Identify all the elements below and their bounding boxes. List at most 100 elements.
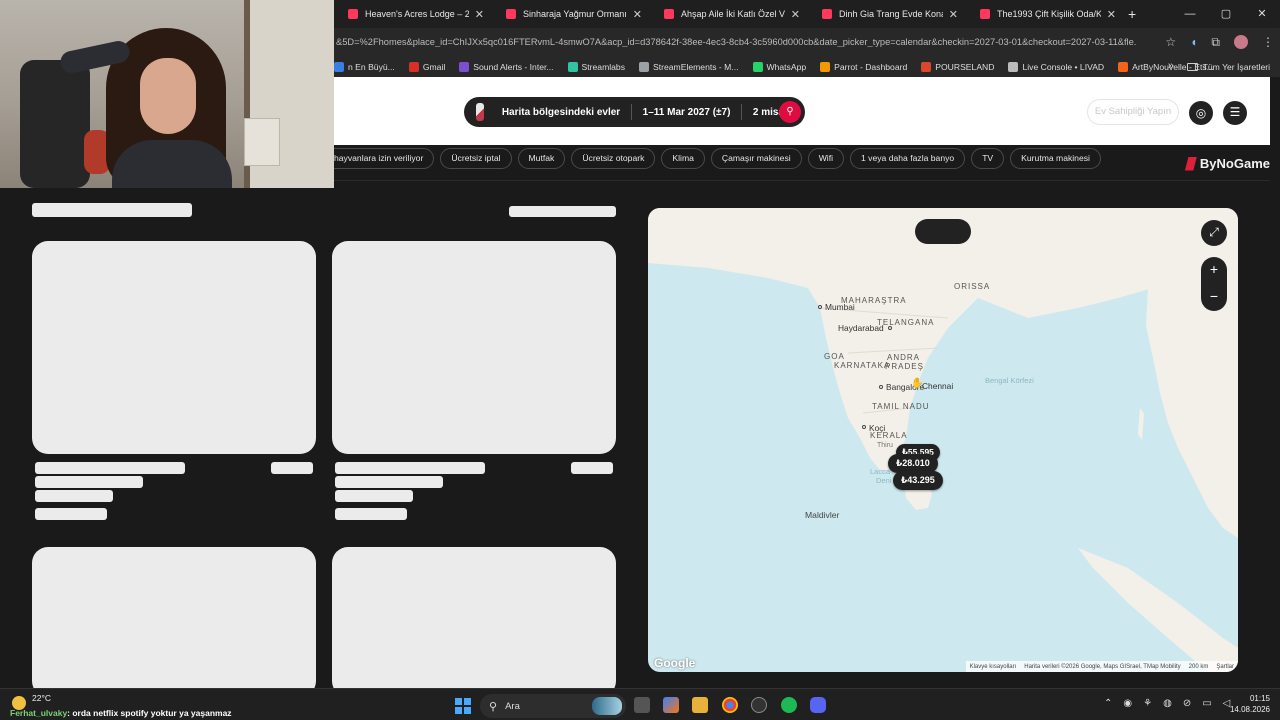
browser-tab[interactable]: Dinh Gia Trang Evde Konaklama ✕ (808, 0, 966, 28)
bookmark-label: POURSELAND (935, 61, 995, 72)
close-tab-icon[interactable]: ✕ (791, 8, 800, 21)
browser-tab[interactable]: Heaven's Acres Lodge – 2 yatak ✕ (334, 0, 492, 28)
bookmark-item[interactable]: Sound Alerts - Inter... (459, 61, 554, 72)
tray-chevron-icon[interactable]: ⌃ (1104, 698, 1112, 709)
browser-tab[interactable]: Sinharaja Yağmur Ormanı'nda ✕ (492, 0, 650, 28)
bookmark-item[interactable]: POURSELAND (921, 61, 995, 72)
search-icon[interactable]: ⚲ (779, 101, 801, 123)
filter-chip[interactable]: TV (971, 148, 1005, 169)
tray-app-icon[interactable]: ⚘ (1143, 698, 1152, 709)
url-field[interactable]: &5D=%2Fhomes&place_id=ChIJXx5qc016FTERvm… (336, 37, 1136, 47)
microphone-icon[interactable]: ◍ (1163, 698, 1172, 709)
bookmark-item[interactable]: Streamlabs (567, 61, 625, 72)
filter-chip[interactable]: 1 veya daha fazla banyo (850, 148, 966, 169)
bookmark-item[interactable]: n En Büyü... (334, 61, 395, 72)
become-host-link[interactable]: Ev Sahipliği Yapın (1087, 99, 1179, 125)
bookmark-item[interactable]: StreamElements - M... (639, 61, 739, 72)
site-header: Harita bölgesindeki evler 1–11 Mar 2027 … (334, 77, 1270, 145)
all-bookmarks-button[interactable]: Tüm Yer İşaretleri (1186, 56, 1270, 77)
chrome-icon[interactable] (722, 697, 738, 713)
task-view-icon[interactable] (634, 697, 650, 713)
search-dates[interactable]: 1–11 Mar 2027 (±7) (632, 107, 742, 118)
listing-image-placeholder (332, 547, 616, 697)
bookmark-item[interactable]: Live Console • LIVAD (1008, 61, 1104, 72)
hamburger-menu-icon[interactable]: ☰ (1223, 101, 1247, 125)
webcam-shelf (244, 118, 280, 166)
new-tab-button[interactable]: + (1128, 6, 1136, 22)
maximize-button[interactable]: ▢ (1208, 0, 1244, 28)
search-bar[interactable]: Harita bölgesindeki evler 1–11 Mar 2027 … (464, 97, 805, 127)
plus-icon[interactable]: + (1201, 257, 1227, 284)
file-explorer-icon[interactable] (692, 697, 708, 713)
filter-chip[interactable]: hayvanlara izin veriliyor (334, 148, 435, 169)
filter-chip[interactable]: Ücretsiz otopark (571, 148, 656, 169)
browser-tab[interactable]: The1993 Çift Kişilik Oda/Konfor ✕ (966, 0, 1124, 28)
filter-chip[interactable]: Çamaşır makinesi (710, 148, 802, 169)
display-icon[interactable]: ▭ (1202, 698, 1211, 709)
listing-image-placeholder (32, 547, 316, 697)
globe-icon[interactable]: ◎ (1189, 101, 1213, 125)
bookmark-item[interactable]: WhatsApp (752, 61, 806, 72)
listing-text-placeholder (335, 476, 443, 488)
browser-menu-icon[interactable]: ⋮ (1262, 35, 1274, 49)
clock-time: 01:15 (1249, 694, 1270, 703)
bookmark-item[interactable]: Gmail (408, 61, 445, 72)
minimize-button[interactable]: — (1172, 0, 1208, 28)
listing-text-placeholder (35, 476, 143, 488)
map-label-sea: Deni (876, 476, 892, 485)
map-label-state: KERALA (870, 431, 908, 440)
search-location[interactable]: Harita bölgesindeki evler (491, 107, 631, 118)
tray-app-icon[interactable]: ◉ (1123, 698, 1132, 709)
star-bookmark-icon[interactable]: ☆ (1165, 35, 1176, 49)
city-dot (862, 425, 866, 429)
voice-extension-icon[interactable]: ◖ (1190, 35, 1197, 49)
city-dot (888, 326, 892, 330)
windows-taskbar: 22°C Ferhat_ulvaky: orda netflix spotify… (0, 688, 1280, 720)
close-tab-icon[interactable]: ✕ (949, 8, 958, 21)
close-tab-icon[interactable]: ✕ (1107, 8, 1116, 21)
close-tab-icon[interactable]: ✕ (475, 8, 484, 21)
extensions-icon[interactable]: ⧉ (1211, 35, 1220, 50)
airbnb-favicon-icon (664, 9, 674, 19)
profile-avatar[interactable] (1234, 35, 1248, 49)
expand-icon[interactable]: ⤢ (1201, 220, 1227, 246)
map-label-state: TAMIL NADU (872, 402, 930, 411)
browser-tab[interactable]: Ahşap Aile İki Katlı Özel Villa (B ✕ (650, 0, 808, 28)
close-tab-icon[interactable]: ✕ (633, 8, 642, 21)
airbnb-favicon-icon (822, 9, 832, 19)
more-bookmarks-chevron-icon[interactable]: » (1168, 60, 1174, 72)
map-search-toggle[interactable] (915, 219, 971, 244)
listing-rating-placeholder (571, 462, 613, 474)
price-pin[interactable]: ₺43.295 (893, 471, 943, 490)
keyboard-shortcuts-link[interactable]: Klavye kısayolları (970, 664, 1017, 670)
copilot-icon[interactable] (663, 697, 679, 713)
minus-icon[interactable]: − (1201, 284, 1227, 311)
folder-icon (1186, 62, 1198, 71)
windows-start-icon[interactable] (455, 698, 471, 714)
close-window-button[interactable]: ✕ (1244, 0, 1280, 28)
filter-chip[interactable]: Kurutma makinesi (1010, 148, 1101, 169)
filter-chip[interactable]: Wifi (807, 148, 845, 169)
filter-chips: hayvanlara izin veriliyor Ücretsiz iptal… (334, 148, 1107, 169)
address-bar-actions: ☆ ◖ ⧉ ⋮ (1165, 28, 1274, 56)
tab-title: The1993 Çift Kişilik Oda/Konfor (997, 9, 1101, 19)
taskbar-search[interactable]: ⚲ Ara (480, 694, 626, 718)
discord-icon[interactable] (810, 697, 826, 713)
bookmark-item[interactable]: Parrot - Dashboard (820, 61, 907, 72)
map-label-state: GOA (824, 352, 845, 361)
map-view[interactable]: ⤢ + − MAHARAŞTRA Mumbai ORISSA TELANGANA… (648, 208, 1238, 672)
filter-chip[interactable]: Ücretsiz iptal (440, 148, 512, 169)
sort-placeholder (509, 206, 616, 217)
bynogame-watermark: ByNoGame (1184, 156, 1270, 171)
spotify-icon[interactable] (781, 697, 797, 713)
map-area-icon (476, 103, 484, 121)
filter-chip[interactable]: Klima (661, 148, 705, 169)
listing-title-placeholder (335, 462, 485, 474)
map-land (648, 208, 1238, 672)
obs-icon[interactable] (751, 697, 767, 713)
terms-link[interactable]: Şartlar (1216, 664, 1234, 670)
filter-chip[interactable]: Mutfak (517, 148, 566, 169)
network-icon[interactable]: ⊘ (1183, 698, 1191, 709)
system-clock[interactable]: 01:15 14.08.2026 (1230, 693, 1270, 715)
tab-title: Dinh Gia Trang Evde Konaklama (839, 9, 943, 19)
